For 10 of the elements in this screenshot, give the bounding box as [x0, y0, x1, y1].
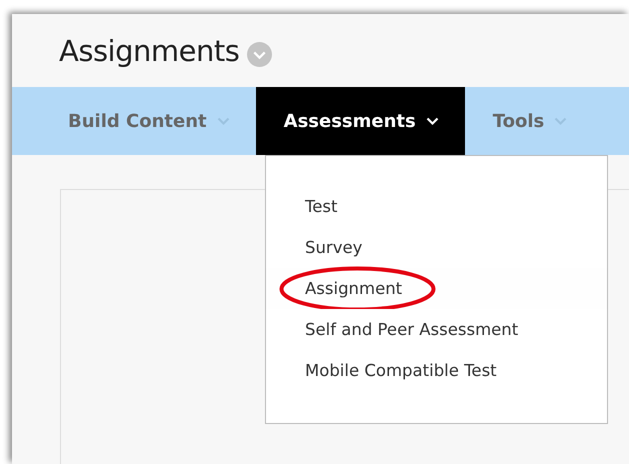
menu-item[interactable]: Test — [305, 197, 338, 216]
menu-item[interactable]: Mobile Compatible Test — [305, 361, 497, 380]
page-title: Assignments — [59, 34, 240, 68]
nav-tab[interactable]: Assessments — [256, 87, 465, 155]
menu-item[interactable]: Survey — [305, 238, 362, 257]
menu-item[interactable]: Self and Peer Assessment — [305, 320, 518, 339]
chevron-circle-icon[interactable] — [247, 42, 272, 67]
nav-tab[interactable]: Tools — [464, 87, 594, 155]
nav-tab[interactable]: Build Content — [40, 87, 256, 155]
caret-icon — [426, 116, 439, 126]
